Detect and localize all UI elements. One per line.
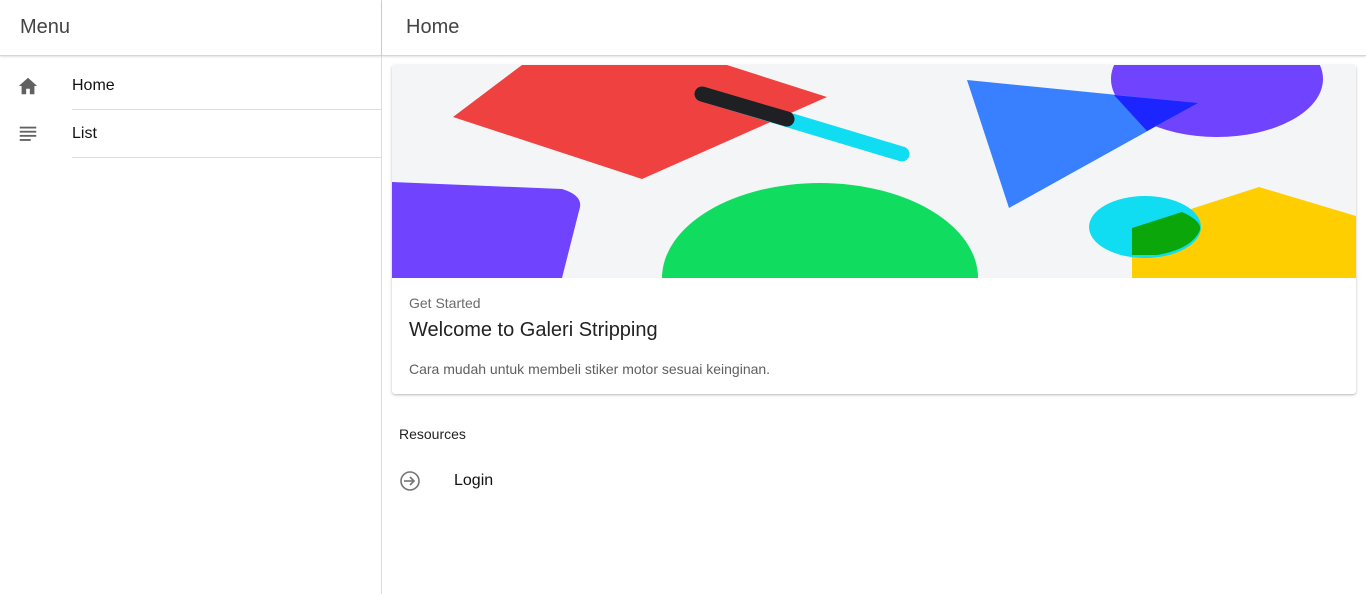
sidebar-item-home[interactable]: Home: [0, 62, 381, 110]
sidebar-item-label: List: [72, 110, 381, 158]
resource-item-label: Login: [454, 472, 494, 489]
list-icon: [17, 123, 39, 145]
sidebar-title: Menu: [0, 0, 381, 56]
home-icon: [17, 75, 39, 97]
card-title: Welcome to Galeri Stripping: [409, 319, 658, 341]
sidebar-item-list[interactable]: List: [0, 110, 381, 158]
resources-heading: Resources: [399, 426, 466, 442]
sidebar-item-label: Home: [72, 62, 381, 110]
resource-item-login[interactable]: Login: [392, 460, 792, 502]
welcome-card: Get Started Welcome to Galeri Stripping …: [392, 65, 1356, 394]
card-subtitle: Get Started: [409, 295, 481, 311]
login-icon: [398, 469, 422, 493]
sidebar: Menu Home List: [0, 0, 382, 594]
page-title: Home: [382, 0, 1366, 56]
menu-list: Home List: [0, 62, 381, 158]
card-description: Cara mudah untuk membeli stiker motor se…: [409, 361, 771, 377]
main-content: Home Get Started Welcome to Galeri Strip…: [382, 0, 1366, 594]
app: Menu Home List Home Get Started Welcome …: [0, 0, 1366, 594]
card-banner-image: [392, 65, 1356, 278]
